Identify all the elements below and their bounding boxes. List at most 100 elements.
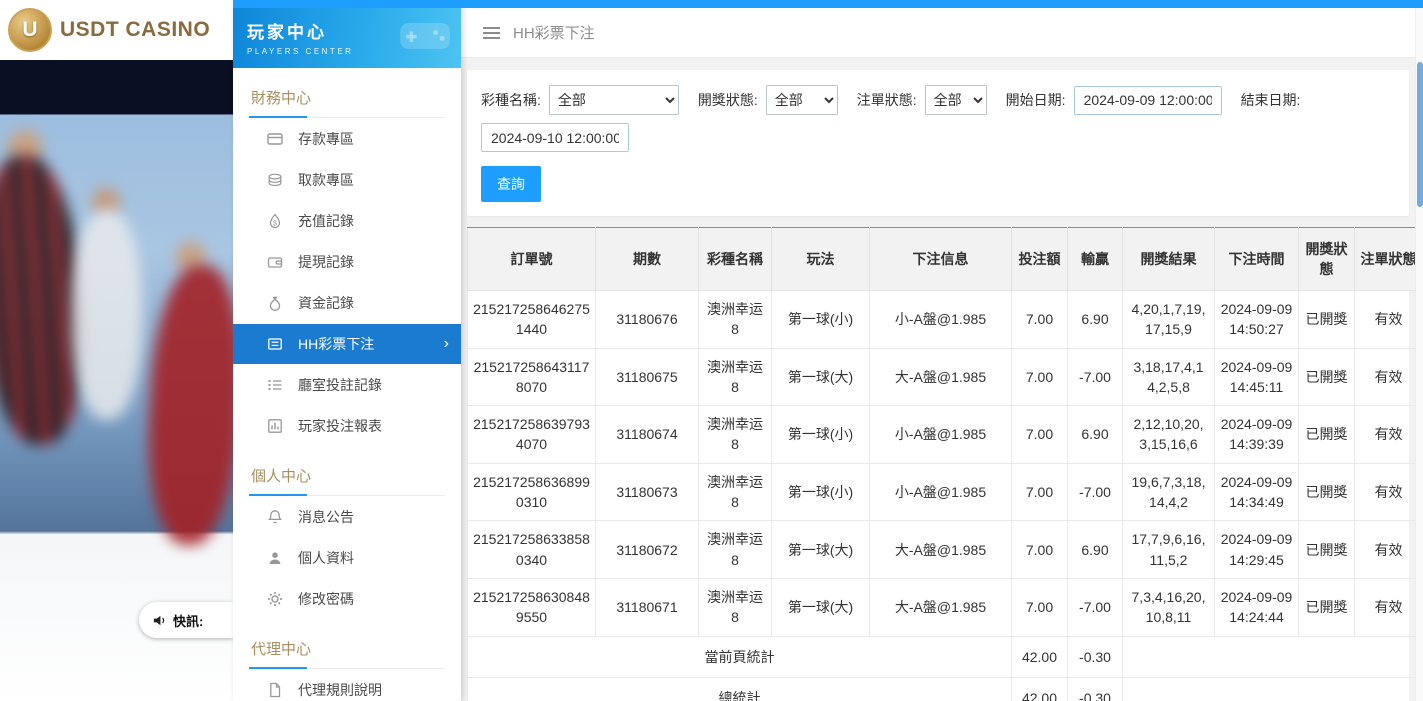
col-header-draw-status: 開獎狀態 (1299, 228, 1355, 291)
sidebar-nav: 財務中心存款專區取款專區$充值記錄提現記錄資金記錄 HH彩票下注› 廳室投註記錄玩家… (233, 78, 461, 701)
cell-play-type: 第一球(小) (772, 291, 870, 349)
table-row: 215217258639793407031180674澳洲幸运8第一球(小)小-… (468, 406, 1423, 464)
cell-lottery-name: 澳洲幸运8 (699, 406, 772, 464)
cell-bet-time: 2024-09-09 14:24:44 (1215, 578, 1299, 636)
sidebar-item-deposit[interactable]: 存款專區 (233, 119, 461, 159)
cell-draw-status: 已開獎 (1299, 406, 1355, 464)
cell-bet-info: 大-A盤@1.985 (870, 521, 1012, 579)
cell-draw-status: 已開獎 (1299, 578, 1355, 636)
content-body: 彩種名稱:全部開獎狀態:全部注單狀態:全部開始日期:結束日期: 查詢 訂單號期數… (461, 58, 1415, 701)
sidebar-section-finance: 財務中心存款專區取款專區$充值記錄提現記錄資金記錄 HH彩票下注› 廳室投註記錄玩家… (233, 78, 461, 446)
filter-panel: 彩種名稱:全部開獎狀態:全部注單狀態:全部開始日期:結束日期: 查詢 (467, 70, 1409, 216)
col-header-order-no: 訂單號 (468, 228, 596, 291)
sidebar-item-player-bet-report[interactable]: 玩家投注報表 (233, 406, 461, 446)
photo-shape (72, 210, 142, 420)
end-date-label: 結束日期: (1241, 90, 1301, 110)
cell-draw-result: 19,6,7,3,18,14,4,2 (1123, 463, 1215, 521)
news-ticker[interactable]: 快訊: (139, 602, 233, 638)
cell-draw-result: 2,12,10,20,3,15,16,6 (1123, 406, 1215, 464)
gear-icon (267, 591, 283, 607)
cell-lottery-name: 澳洲幸运8 (699, 578, 772, 636)
start-date-label: 開始日期: (1006, 90, 1066, 110)
doc-icon (267, 682, 283, 698)
sidebar-item-funds-record[interactable]: 資金記錄 (233, 283, 461, 323)
sidebar-item-recharge-record[interactable]: $充值記錄 (233, 201, 461, 241)
sidebar-item-label: HH彩票下注 (298, 334, 374, 354)
cell-bet-info: 大-A盤@1.985 (870, 578, 1012, 636)
photo-shape (143, 263, 233, 547)
cell-bet-time: 2024-09-09 14:45:11 (1215, 348, 1299, 406)
draw-status-select[interactable]: 全部 (766, 85, 838, 115)
speaker-icon (152, 613, 167, 628)
section-title-finance: 財務中心 (249, 78, 445, 118)
cell-lottery-name: 澳洲幸运8 (699, 463, 772, 521)
lottery-icon (267, 336, 283, 352)
col-header-lottery-name: 彩種名稱 (699, 228, 772, 291)
sidebar-item-room-bet-record[interactable]: 廳室投註記錄 (233, 365, 461, 405)
user-icon (267, 550, 283, 566)
scrollbar-thumb[interactable] (1417, 62, 1423, 207)
cell-period: 31180674 (596, 406, 699, 464)
summary-empty (1123, 677, 1423, 701)
table-row: 215217258636899031031180673澳洲幸运8第一球(小)小-… (468, 463, 1423, 521)
cell-bet-amount: 7.00 (1012, 406, 1068, 464)
summary-win-loss-total: -0.30 (1068, 677, 1123, 701)
sidebar-item-hh-lottery-bet[interactable]: HH彩票下注› (233, 324, 461, 364)
sidebar-item-label: 資金記錄 (298, 293, 354, 313)
recharge-icon: $ (267, 213, 283, 229)
report-icon (267, 418, 283, 434)
sidebar-item-label: 提現記錄 (298, 252, 354, 272)
sidebar-item-agent-rules[interactable]: 代理規則說明 (233, 670, 461, 701)
svg-text:$: $ (273, 220, 277, 227)
cell-bet-info: 小-A盤@1.985 (870, 291, 1012, 349)
cell-draw-result: 3,18,17,4,14,2,5,8 (1123, 348, 1215, 406)
cell-order-status: 有效 (1355, 406, 1423, 464)
sidebar-item-announcements[interactable]: 消息公告 (233, 497, 461, 537)
start-date-input[interactable] (1074, 86, 1222, 115)
wallet-icon (267, 254, 283, 270)
cell-draw-status: 已開獎 (1299, 348, 1355, 406)
sidebar-item-withdraw-record[interactable]: 提現記錄 (233, 242, 461, 282)
sidebar-item-change-password[interactable]: 修改密碼 (233, 579, 461, 619)
summary-win-loss-total: -0.30 (1068, 636, 1123, 677)
cell-bet-info: 小-A盤@1.985 (870, 406, 1012, 464)
cell-win-loss: 6.90 (1068, 406, 1123, 464)
content-header: HH彩票下注 (461, 8, 1415, 58)
cell-order-status: 有效 (1355, 578, 1423, 636)
cell-period: 31180675 (596, 348, 699, 406)
order-status-label: 注單狀態: (857, 90, 917, 110)
cell-period: 31180673 (596, 463, 699, 521)
sidebar-section-personal: 個人中心消息公告個人資料修改密碼 (233, 456, 461, 619)
cell-bet-amount: 7.00 (1012, 578, 1068, 636)
deposit-icon (267, 131, 283, 147)
menu-toggle-icon[interactable] (483, 24, 500, 42)
cell-play-type: 第一球(大) (772, 348, 870, 406)
order-status-select[interactable]: 全部 (925, 85, 987, 115)
usdt-casino-logo-icon[interactable]: U (8, 8, 52, 52)
summary-row: 總統計42.00-0.30 (468, 677, 1423, 701)
page-scrollbar (1415, 0, 1423, 701)
search-button[interactable]: 查詢 (481, 166, 541, 202)
sidebar-item-label: 個人資料 (298, 548, 354, 568)
sidebar-item-profile[interactable]: 個人資料 (233, 538, 461, 578)
cell-draw-status: 已開獎 (1299, 291, 1355, 349)
summary-row: 當前頁統計42.00-0.30 (468, 636, 1423, 677)
cell-draw-result: 4,20,1,7,19,17,15,9 (1123, 291, 1215, 349)
sidebar-item-withdraw[interactable]: 取款專區 (233, 160, 461, 200)
sidebar-item-label: 廳室投註記錄 (298, 375, 382, 395)
lottery-name-select[interactable]: 全部 (549, 85, 679, 115)
draw-status-label: 開獎狀態: (698, 90, 758, 110)
cell-period: 31180676 (596, 291, 699, 349)
cell-bet-time: 2024-09-09 14:34:49 (1215, 463, 1299, 521)
brand-name: USDT CASINO (60, 18, 210, 42)
col-header-bet-time: 下注時間 (1215, 228, 1299, 291)
cell-bet-time: 2024-09-09 14:29:45 (1215, 521, 1299, 579)
gamepad-icon (399, 20, 451, 52)
cell-draw-status: 已開獎 (1299, 521, 1355, 579)
summary-bet-total: 42.00 (1012, 677, 1068, 701)
cell-play-type: 第一球(大) (772, 578, 870, 636)
cell-win-loss: -7.00 (1068, 463, 1123, 521)
cell-bet-time: 2024-09-09 14:39:39 (1215, 406, 1299, 464)
top-accent-strip (233, 0, 1423, 8)
end-date-input[interactable] (481, 123, 629, 152)
